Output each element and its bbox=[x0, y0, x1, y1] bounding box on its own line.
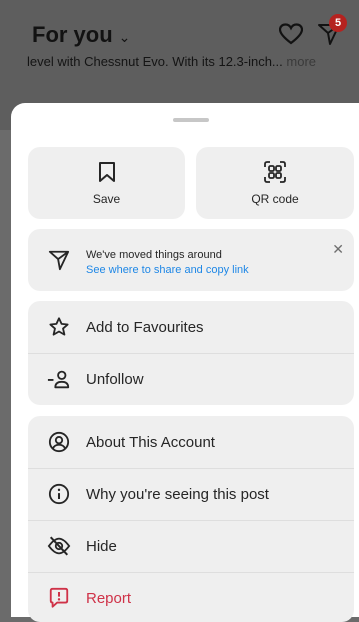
report-icon bbox=[44, 587, 74, 609]
hide-button[interactable]: Hide bbox=[28, 520, 354, 572]
about-this-account-button[interactable]: About This Account bbox=[28, 416, 354, 468]
why-seeing-post-label: Why you're seeing this post bbox=[86, 485, 269, 503]
report-button[interactable]: Report bbox=[28, 572, 354, 622]
messenger-button[interactable]: 5 bbox=[317, 14, 347, 46]
caption-more-link[interactable]: more bbox=[286, 54, 316, 69]
chevron-down-icon[interactable]: ⌄ bbox=[119, 29, 131, 46]
save-button[interactable]: Save bbox=[28, 147, 185, 219]
unfollow-label: Unfollow bbox=[86, 370, 144, 388]
add-to-favourites-label: Add to Favourites bbox=[86, 318, 204, 336]
about-this-account-label: About This Account bbox=[86, 433, 215, 451]
unfollow-button[interactable]: Unfollow bbox=[28, 353, 354, 405]
notification-badge: 5 bbox=[329, 14, 347, 32]
bookmark-icon bbox=[98, 160, 116, 184]
heart-icon[interactable] bbox=[279, 23, 303, 45]
sheet-drag-handle[interactable] bbox=[173, 118, 209, 122]
report-label: Report bbox=[86, 589, 132, 607]
send-icon bbox=[48, 249, 70, 276]
moved-things-notice[interactable]: We've moved things around See where to s… bbox=[28, 229, 354, 291]
save-label: Save bbox=[92, 192, 121, 206]
info-icon bbox=[44, 483, 74, 505]
account-icon bbox=[44, 431, 74, 453]
close-icon[interactable]: ✕ bbox=[332, 241, 344, 258]
hide-icon bbox=[44, 535, 74, 557]
options-sheet: Save QR code We've moved things around S… bbox=[11, 103, 359, 622]
notice-link[interactable]: See where to share and copy link bbox=[86, 264, 249, 276]
star-icon bbox=[44, 316, 74, 338]
caption-text: level with Chessnut Evo. With its 12.3-i… bbox=[27, 54, 283, 69]
hide-label: Hide bbox=[86, 537, 117, 555]
unfollow-icon bbox=[44, 368, 74, 390]
post-caption: level with Chessnut Evo. With its 12.3-i… bbox=[27, 54, 347, 70]
add-to-favourites-button[interactable]: Add to Favourites bbox=[28, 301, 354, 353]
feed-actions: 5 bbox=[279, 14, 347, 46]
feed-title[interactable]: For you bbox=[32, 22, 113, 48]
post-options-group: About This Account Why you're seeing thi… bbox=[28, 416, 354, 622]
qr-code-label: QR code bbox=[251, 192, 299, 206]
follow-options-group: Add to Favourites Unfollow bbox=[28, 301, 354, 405]
why-seeing-post-button[interactable]: Why you're seeing this post bbox=[28, 468, 354, 520]
qr-code-icon bbox=[263, 160, 287, 184]
notice-title: We've moved things around bbox=[86, 249, 222, 261]
feed-header: For you ⌄ 5 bbox=[32, 14, 349, 52]
qr-code-button[interactable]: QR code bbox=[196, 147, 354, 219]
